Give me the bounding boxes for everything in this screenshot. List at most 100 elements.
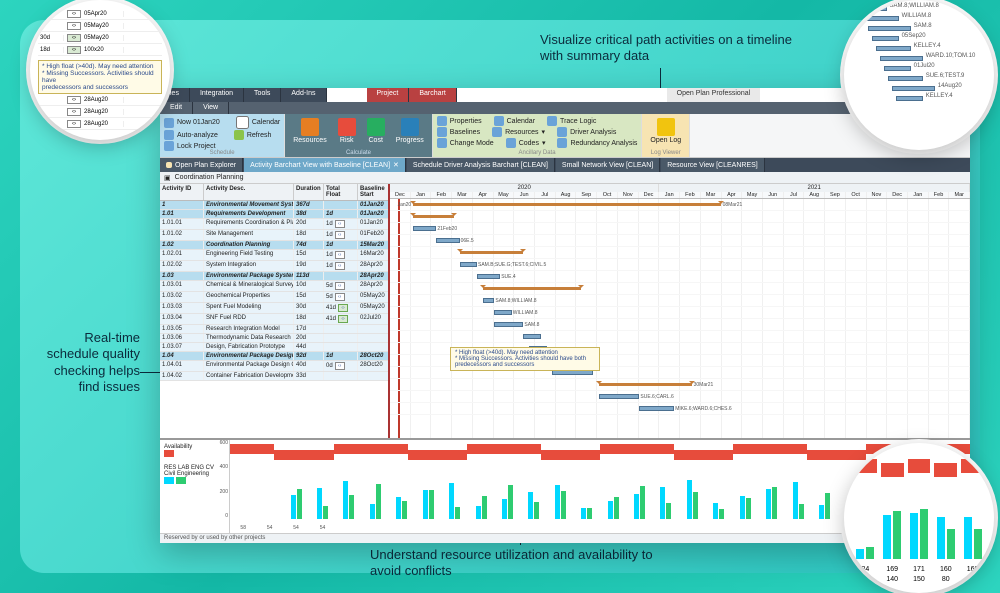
ribbon-tab-tools[interactable]: Tools (244, 88, 281, 102)
gantt-bar[interactable]: SAM.8 (494, 322, 523, 327)
calendar-icon (494, 116, 504, 126)
gantt-bar[interactable]: SUE.4 (477, 274, 500, 279)
table-row[interactable]: 1.03.04SNF Fuel RDD18d41d ‹›02Jul20 (160, 314, 388, 325)
cost-button[interactable]: Cost (363, 116, 389, 146)
leader-line (140, 372, 162, 373)
col-desc[interactable]: Activity Desc. (204, 184, 294, 200)
table-row[interactable]: 1.01.01Requirements Coordination & Plann… (160, 219, 388, 230)
ribbon-tab-project[interactable]: Project (367, 88, 410, 102)
gantt-bar[interactable]: SAM.8;WILLIAM.8 (483, 298, 495, 303)
resources2-button[interactable]: Resources (505, 129, 538, 136)
gantt-summary-bar[interactable] (413, 215, 454, 218)
table-row[interactable]: 1.03.02Geochemical Properties15d5d ‹›05M… (160, 292, 388, 303)
lock-project-button[interactable]: Lock Project (177, 143, 216, 150)
callout-left: Real-time schedule quality checking help… (30, 330, 140, 395)
close-icon[interactable]: ✕ (393, 161, 399, 169)
activity-table-pane: Activity ID Activity Desc. Duration Tota… (160, 184, 390, 438)
activity-table-header: Activity ID Activity Desc. Duration Tota… (160, 184, 388, 201)
table-row[interactable]: 1.01Requirements Development38d1d 01Jan2… (160, 210, 388, 219)
table-row[interactable]: 1.04.01Environmental Package Design Cons… (160, 361, 388, 372)
resources-icon (301, 118, 319, 136)
gantt-bar[interactable]: SUE.6;CARL.6 (599, 394, 640, 399)
gantt-summary-bar[interactable] (483, 287, 582, 290)
ribbon-group-label: Log Viewer (642, 150, 689, 156)
open-log-button[interactable]: Open Log (646, 116, 685, 146)
progress-button[interactable]: Progress (392, 116, 428, 146)
col-tf[interactable]: Total Float (324, 184, 358, 200)
progress-icon (401, 118, 419, 136)
calendar-checkbox[interactable] (236, 116, 249, 129)
gantt-bar[interactable]: 06E.5 (436, 238, 459, 243)
gantt-bar[interactable]: MIKE.6;WARD.6;CHES.6 (639, 406, 674, 411)
changemode-icon (437, 138, 447, 148)
table-row[interactable]: 1.04Environmental Package Design Specifi… (160, 352, 388, 361)
ribbon-tab-addins[interactable]: Add-Ins (281, 88, 326, 102)
driver-analysis-button[interactable]: Driver Analysis (570, 129, 616, 136)
gantt-bar[interactable]: SAM.B;SUE.G;TEST.6;CIVIL.5 (460, 262, 477, 267)
change-mode-button[interactable]: Change Mode (450, 140, 494, 147)
ribbon-timenow[interactable]: Now 01Jan20 (177, 119, 220, 126)
collapse-icon[interactable]: ▣ (164, 174, 171, 182)
gantt-bar[interactable]: 21Feb20 (413, 226, 436, 231)
ribbon-group-log: Open Log Log Viewer (642, 114, 690, 157)
cost-icon (367, 118, 385, 136)
doc-tab[interactable]: Small Network View [CLEAN] (556, 158, 660, 172)
driver-icon (557, 127, 567, 137)
activity-table-body[interactable]: 1Environmental Movement System367d 01Jan… (160, 201, 388, 438)
table-row[interactable]: 1.03.01Chemical & Mineralogical Survey10… (160, 281, 388, 292)
gantt-pane: 20202021 DecJanFebMarAprMayJunJulAugSepO… (390, 184, 970, 438)
gantt-chart[interactable]: 08Mar21Jan20 21Feb20 06E.5 SAM.B;SUE.G;TEST… (390, 199, 970, 438)
table-row[interactable]: 1.02.02System Integration19d1d ‹›28Apr20 (160, 261, 388, 272)
col-id[interactable]: Activity ID (160, 184, 204, 200)
gantt-summary-bar[interactable] (460, 251, 524, 254)
doc-tab[interactable]: Open Plan Explorer (160, 158, 243, 172)
trace-logic-button[interactable]: Trace Logic (560, 118, 596, 125)
redundancy-icon (557, 138, 567, 148)
ribbon-tab-barchart[interactable]: Barchart (409, 88, 456, 102)
ribbon-subtab-view[interactable]: View (193, 102, 229, 114)
gantt-bar[interactable] (523, 334, 540, 339)
table-row[interactable]: 1.02.01Engineering Field Testing15d1d ‹›… (160, 250, 388, 261)
calendar-button[interactable]: Calendar (507, 118, 535, 125)
log-icon (657, 118, 675, 136)
ribbon-tab-integration[interactable]: Integration (190, 88, 244, 102)
callout-top: Visualize critical path activities on a … (540, 32, 800, 65)
resource-y-axis: 6004002000 (212, 440, 228, 519)
document-tabstrip: Open Plan Explorer Activity Barchart Vie… (160, 158, 970, 172)
ribbon-subtab-edit[interactable]: Edit (160, 102, 193, 114)
refresh-button[interactable]: Refresh (247, 132, 272, 139)
redundancy-button[interactable]: Redundancy Analysis (570, 140, 637, 147)
table-row[interactable]: 1Environmental Movement System367d 01Jan… (160, 201, 388, 210)
gantt-summary-bar[interactable]: 08Mar21Jan20 (413, 203, 720, 206)
gantt-summary-bar[interactable]: 30Mar21 (599, 383, 692, 386)
zoom-lens-gantt: SAM.8;WILLIAM.8WILLIAM.8SAM.805Sep20KELL… (844, 0, 994, 150)
ribbon-group-calculate: Resources Risk Cost Progress Calculate (285, 114, 432, 157)
table-row[interactable]: 1.02Coordination Planning74d1d 15Mar20 (160, 241, 388, 250)
table-row[interactable]: 1.03.07Design, Fabrication Prototype44d (160, 343, 388, 352)
callout-bottom: Understand resource utilization and avai… (370, 547, 670, 580)
doc-tab[interactable]: Resource View [CLEANRES] (661, 158, 765, 172)
doc-tab[interactable]: Activity Barchart View with Baseline [CL… (244, 158, 406, 172)
resources-button[interactable]: Resources (289, 116, 330, 146)
auto-analyze-button[interactable]: Auto-analyze (177, 132, 218, 139)
table-row[interactable]: 1.03Environmental Package System113d 28A… (160, 272, 388, 281)
col-bs[interactable]: Baseline Start (358, 184, 392, 200)
doc-tab[interactable]: Schedule Driver Analysis Barchart [CLEAN… (407, 158, 555, 172)
quality-tooltip: * High float (>40d). May need attention*… (450, 347, 600, 371)
risk-button[interactable]: Risk (334, 116, 360, 146)
table-row[interactable]: 1.04.02Container Fabrication Development… (160, 372, 388, 381)
codes-button[interactable]: Codes (519, 140, 539, 147)
table-row[interactable]: 1.03.03Spent Fuel Modeling30d41d ‹›05May… (160, 303, 388, 314)
baselines-icon (437, 127, 447, 137)
gantt-bar[interactable]: WILLIAM.8 (494, 310, 511, 315)
table-row[interactable]: 1.03.06Thermodynamic Data Research20d (160, 334, 388, 343)
baselines-button[interactable]: Baselines (450, 129, 480, 136)
col-dur[interactable]: Duration (294, 184, 324, 200)
outline-toolbar: ▣ Coordination Planning (160, 172, 970, 184)
table-row[interactable]: 1.01.02Site Management18d1d ‹›01Feb20 (160, 230, 388, 241)
ribbon-group-label: Schedule (160, 150, 284, 156)
trace-icon (547, 116, 557, 126)
zoom-lens-resource: 24 169 171 160 160 84 140 150 80 80 (844, 443, 994, 593)
properties-button[interactable]: Properties (450, 118, 482, 125)
table-row[interactable]: 1.03.05Research Integration Model17d (160, 325, 388, 334)
